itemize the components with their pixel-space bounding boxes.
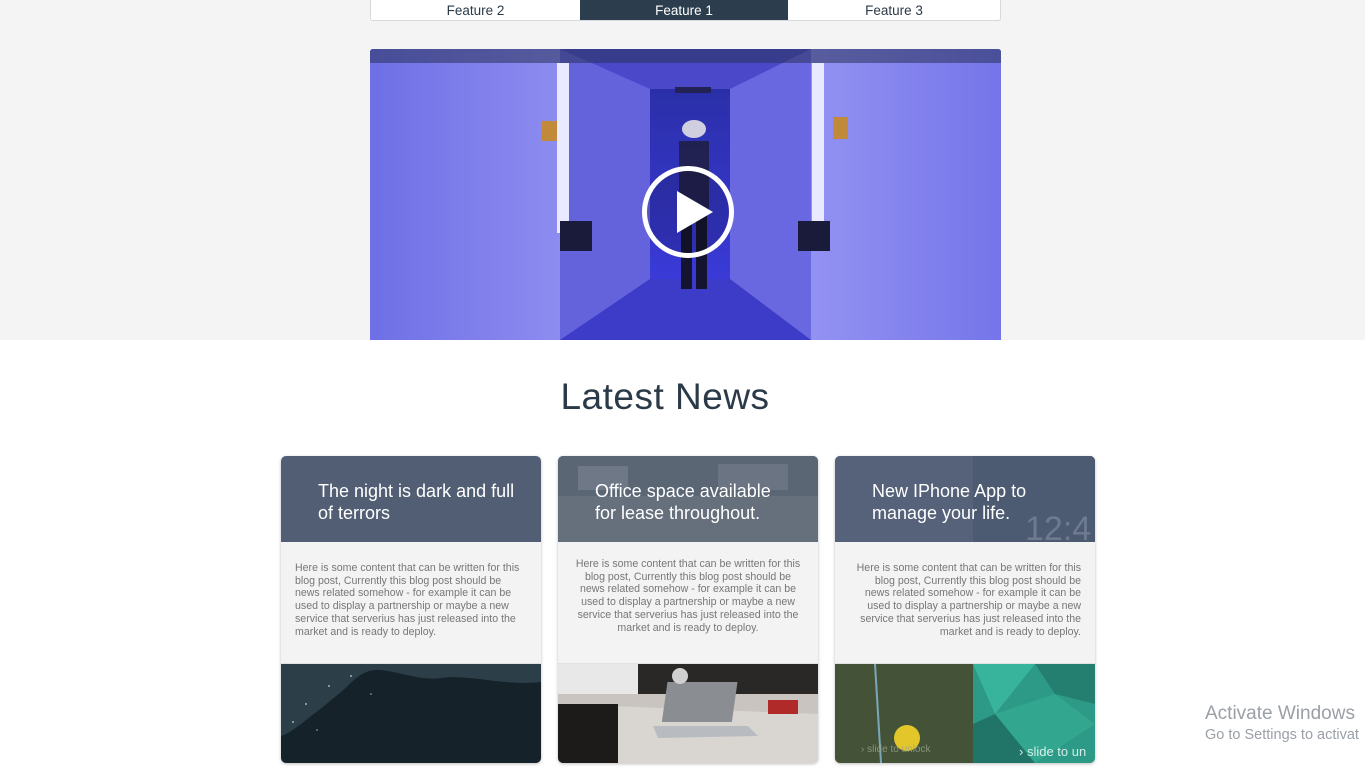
news-card-image — [558, 664, 818, 763]
watermark-line-2: Go to Settings to activat — [1205, 727, 1359, 743]
news-card[interactable]: 12:4 New IPhone App to manage your life.… — [835, 456, 1095, 763]
watermark-line-1: Activate Windows — [1205, 703, 1355, 724]
news-card-text: Here is some content that can be written… — [575, 558, 801, 634]
news-card-text: Here is some content that can be written… — [295, 562, 520, 638]
play-icon — [677, 191, 713, 233]
svg-text:› slide to unlock: › slide to unlock — [861, 744, 931, 755]
news-card-title[interactable]: The night is dark and full of terrors — [318, 480, 518, 524]
feature-tabs: Feature 2 Feature 1 Feature 3 — [370, 0, 1001, 21]
news-card-image — [281, 664, 541, 763]
tab-feature-2[interactable]: Feature 2 — [371, 0, 580, 20]
news-card-header: The night is dark and full of terrors — [281, 456, 541, 542]
news-card-body: Here is some content that can be written… — [835, 542, 1095, 664]
news-card-header: 12:4 New IPhone App to manage your life. — [835, 456, 1095, 542]
video-top-bar — [370, 49, 1001, 63]
news-card-header: Office space available for lease through… — [558, 456, 818, 542]
activate-windows-watermark: Activate Windows Go to Settings to activ… — [1205, 703, 1359, 745]
tab-feature-1[interactable]: Feature 1 — [580, 0, 788, 20]
news-card[interactable]: The night is dark and full of terrors He… — [281, 456, 541, 763]
news-card-image: › slide to unlock › slide to un — [835, 664, 1095, 763]
latest-news-heading: Latest News — [560, 376, 770, 417]
news-card-title[interactable]: New IPhone App to manage your life. — [872, 480, 1072, 524]
news-card-body: Here is some content that can be written… — [281, 542, 541, 664]
svg-text:› slide to un: › slide to un — [1019, 744, 1086, 759]
tab-feature-3[interactable]: Feature 3 — [788, 0, 1000, 20]
news-card-body: Here is some content that can be written… — [558, 542, 818, 664]
news-card[interactable]: Office space available for lease through… — [558, 456, 818, 763]
feature-video[interactable] — [370, 49, 1001, 340]
news-card-text: Here is some content that can be written… — [856, 562, 1081, 638]
news-card-title[interactable]: Office space available for lease through… — [595, 480, 795, 524]
play-button[interactable] — [642, 166, 734, 258]
